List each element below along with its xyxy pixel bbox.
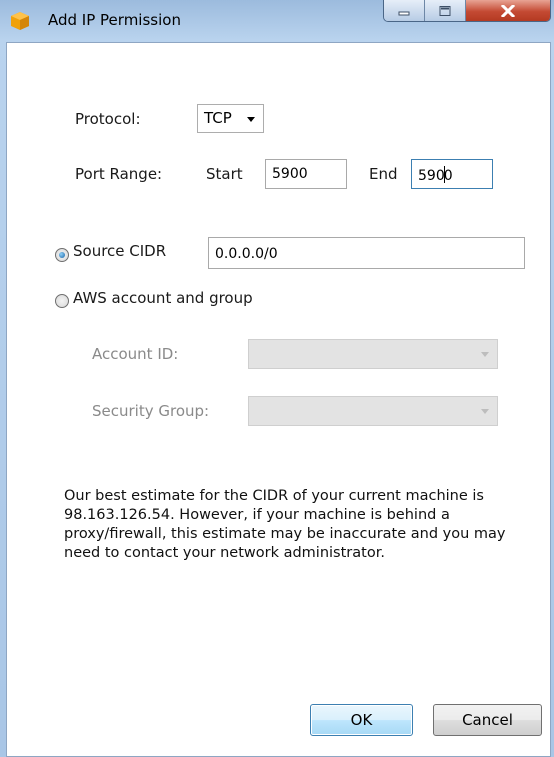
close-icon (501, 4, 515, 17)
orange-cube-icon (11, 12, 29, 30)
dialog-window: Add IP Permission Protocol: TCP Port Ran… (0, 0, 554, 757)
source-cidr-input[interactable]: 0.0.0.0/0 (208, 237, 525, 269)
account-id-label: Account ID: (92, 345, 179, 363)
source-cidr-radio[interactable] (55, 248, 69, 262)
start-label: Start (206, 165, 243, 183)
maximize-icon (439, 5, 451, 16)
chevron-down-icon (247, 116, 255, 122)
security-group-label: Security Group: (92, 402, 210, 420)
chevron-down-icon (481, 352, 489, 357)
security-group-select[interactable] (248, 396, 498, 426)
close-button[interactable] (466, 0, 550, 21)
radio-selected-dot (59, 252, 65, 258)
account-id-select[interactable] (248, 339, 498, 369)
source-cidr-value: 0.0.0.0/0 (215, 246, 278, 262)
minimize-button[interactable] (384, 0, 425, 21)
aws-account-label[interactable]: AWS account and group (73, 289, 253, 307)
window-controls (383, 0, 551, 22)
port-start-input[interactable]: 5900 (265, 159, 347, 189)
title-bar[interactable]: Add IP Permission (0, 0, 554, 42)
window-title: Add IP Permission (48, 11, 181, 29)
aws-account-radio[interactable] (55, 294, 69, 308)
port-start-value: 5900 (272, 166, 308, 182)
end-label: End (369, 165, 398, 183)
dialog-body: Protocol: TCP Port Range: Start 5900 End… (6, 42, 551, 757)
protocol-label: Protocol: (75, 110, 141, 128)
port-end-input[interactable]: 5900 (411, 159, 493, 189)
minimize-icon (398, 11, 410, 15)
maximize-button[interactable] (425, 0, 466, 21)
ok-button[interactable]: OK (310, 704, 413, 736)
port-end-value-part: 0 (443, 168, 453, 184)
port-range-label: Port Range: (75, 165, 163, 183)
cancel-button[interactable]: Cancel (433, 704, 542, 736)
cidr-estimate-note: Our best estimate for the CIDR of your c… (64, 488, 506, 561)
protocol-select[interactable]: TCP (197, 104, 264, 133)
protocol-value: TCP (204, 109, 232, 127)
port-end-value-part: 590 (418, 168, 445, 184)
chevron-down-icon (481, 409, 489, 414)
source-cidr-label[interactable]: Source CIDR (73, 242, 166, 260)
